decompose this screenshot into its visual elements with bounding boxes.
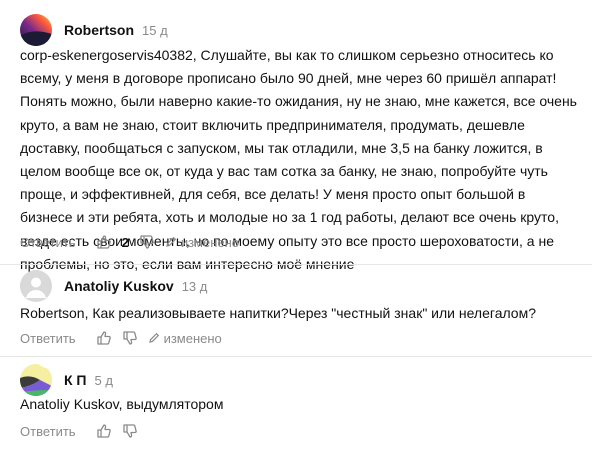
dislike-icon[interactable] <box>139 234 155 250</box>
comment-header: Robertson 15 д <box>20 14 168 46</box>
reply-button[interactable]: Ответить <box>20 424 76 439</box>
like-icon[interactable] <box>96 423 112 439</box>
colorful-avatar-icon <box>20 364 52 396</box>
comment-author[interactable]: К П <box>64 372 87 388</box>
edited-indicator: изменено <box>165 235 239 250</box>
default-user-avatar-icon <box>20 270 52 302</box>
comment-author[interactable]: Robertson <box>64 22 134 38</box>
comment-time: 5 д <box>94 372 113 388</box>
reply-button[interactable]: Ответить <box>20 235 76 250</box>
like-icon[interactable] <box>96 330 112 346</box>
avatar[interactable] <box>20 364 52 396</box>
like-count: 2 <box>121 234 129 250</box>
divider <box>0 356 592 357</box>
gradient-avatar-icon <box>20 14 52 46</box>
like-icon[interactable] <box>96 234 112 250</box>
comment-actions: Ответить изменено <box>20 328 222 348</box>
dislike-icon[interactable] <box>122 423 138 439</box>
comment-actions: Ответить 2 изменено <box>20 232 239 252</box>
comment-actions: Ответить <box>20 421 138 441</box>
comment-time: 15 д <box>142 22 168 38</box>
pencil-icon <box>165 236 177 248</box>
comment-header: К П 5 д <box>20 364 113 396</box>
comment-text: Anatoliy Kuskov, выдумлятором <box>20 396 224 412</box>
dislike-icon[interactable] <box>122 330 138 346</box>
avatar[interactable] <box>20 14 52 46</box>
edited-label: изменено <box>180 234 240 250</box>
comment-author[interactable]: Anatoliy Kuskov <box>64 278 174 294</box>
avatar[interactable] <box>20 270 52 302</box>
reply-button[interactable]: Ответить <box>20 331 76 346</box>
divider <box>0 264 592 265</box>
pencil-icon <box>148 332 160 344</box>
edited-label: изменено <box>163 330 222 346</box>
comment-time: 13 д <box>181 278 208 294</box>
comment-header: Anatoliy Kuskov 13 д <box>20 270 207 302</box>
edited-indicator: изменено <box>148 331 222 346</box>
comment-text: Robertson, Как реализовываете напитки?Че… <box>20 305 536 321</box>
